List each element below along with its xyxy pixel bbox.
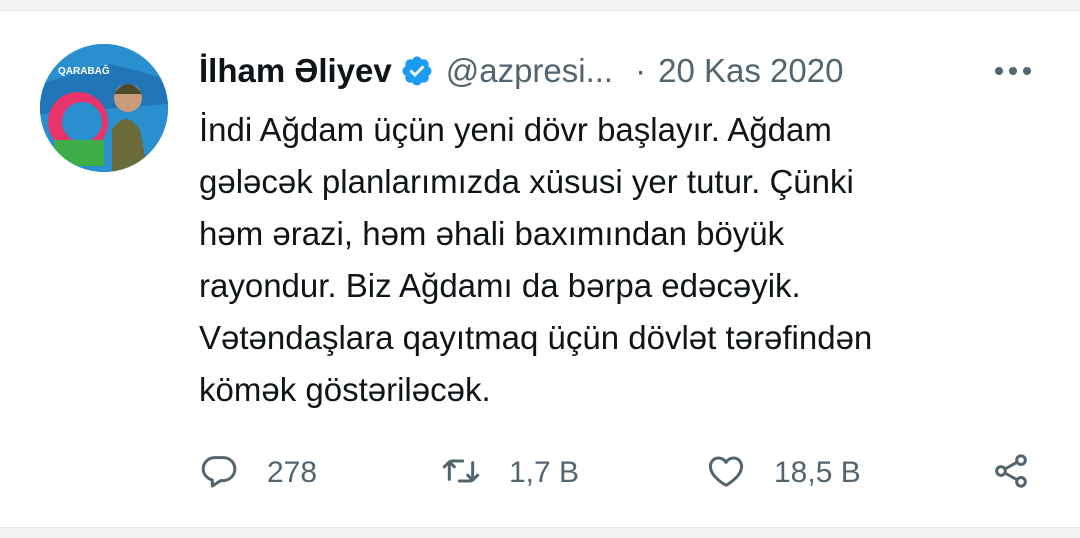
top-divider bbox=[0, 0, 1080, 11]
bottom-divider bbox=[0, 527, 1080, 538]
share-icon bbox=[991, 451, 1031, 496]
retweet-button[interactable]: 1,7 B bbox=[441, 448, 579, 498]
tweet-text: İndi Ağdam üçün yeni dövr başlayır. Ağda… bbox=[199, 104, 1039, 416]
tweet-text-line: Vətəndaşlara qayıtmaq üçün dövlət tərəfi… bbox=[199, 319, 873, 356]
tweet-text-line: kömək göstəriləcək. bbox=[199, 371, 491, 408]
tweet-text-line: həm ərazi, həm əhali baxımından böyük bbox=[199, 215, 785, 252]
avatar-image: QARABAĞ bbox=[40, 44, 168, 172]
like-count: 18,5 B bbox=[774, 456, 861, 489]
tweet-date[interactable]: 20 Kas 2020 bbox=[658, 52, 843, 90]
author-avatar[interactable]: QARABAĞ bbox=[40, 44, 168, 172]
tweet-header: İlham Əliyev @azpresi... · 20 Kas 2020 bbox=[199, 48, 843, 94]
like-button[interactable]: 18,5 B bbox=[706, 448, 861, 498]
author-handle[interactable]: @azpresi... bbox=[446, 52, 613, 90]
tweet-text-line: rayondur. Biz Ağdamı da bərpa edəcəyik. bbox=[199, 267, 801, 304]
author-name[interactable]: İlham Əliyev bbox=[199, 52, 392, 90]
share-button[interactable] bbox=[991, 448, 1031, 498]
avatar-caption: QARABAĞ bbox=[58, 64, 110, 77]
reply-button[interactable]: 278 bbox=[199, 448, 317, 498]
verified-badge-icon bbox=[400, 54, 434, 88]
reply-bubble-icon bbox=[199, 451, 239, 496]
more-horizontal-icon[interactable] bbox=[990, 56, 1036, 86]
heart-icon bbox=[706, 451, 746, 496]
reply-count: 278 bbox=[267, 456, 318, 489]
tweet-actions: 278 1,7 B 18,5 B bbox=[199, 448, 1039, 498]
separator-dot: · bbox=[635, 52, 647, 89]
retweet-count: 1,7 B bbox=[509, 456, 580, 489]
retweet-icon bbox=[441, 451, 481, 496]
tweet-text-line: gələcək planlarımızda xüsusi yer tutur. … bbox=[199, 163, 854, 200]
tweet-text-line: İndi Ağdam üçün yeni dövr başlayır. Ağda… bbox=[199, 111, 832, 148]
